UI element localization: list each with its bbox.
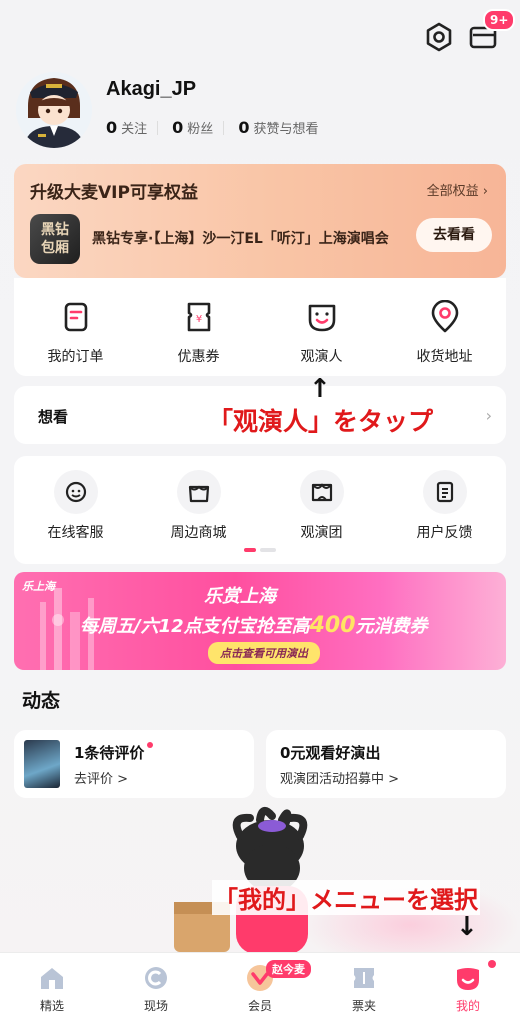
vip-promo-desc: 黑钻专享·【上海】沙一汀EL「听汀」上海演唱会 [92,231,389,247]
nav-mine-dot [488,960,496,968]
banner-headline: 每周五/六12点支付宝抢至高400元消费券 [80,612,428,638]
location-icon [431,300,458,333]
customer-service-button[interactable]: 在线客服 [21,470,131,542]
vip-card[interactable]: 升级大麦VIP可享权益 全部权益 › 黑钻 包厢 黑钻专享·【上海】沙一汀EL「… [14,164,506,278]
shipping-address-button[interactable]: 收货地址 [390,300,500,366]
quick-action-label: 收货地址 [416,349,473,365]
free-show-title: 0元观看好演出 [280,744,381,762]
feedback-icon [436,481,453,503]
annotation-arrow-down: ↓ [456,912,478,942]
nav-tickets[interactable]: 票夹 [312,953,416,1024]
profile-stats: 0 关注 0 粉丝 0 获赞与想看 [106,118,318,137]
vip-all-benefits-link[interactable]: 全部权益 › [427,180,488,199]
coupon-icon: ¥ [187,302,210,332]
username: Akagi_JP [106,78,197,100]
banner-cta[interactable]: 点击查看可用演出 [208,642,320,664]
show-thumbnail [24,740,60,788]
banner-highlight: 400 [309,613,356,638]
nav-label: 会员 [247,999,272,1013]
group-recruit-link[interactable]: 观演团活动招募中 > [280,768,399,787]
vip-go-button[interactable]: 去看看 [416,218,492,252]
nav-label: 我的 [455,999,480,1013]
banner-text: 每周五/六12点支付宝抢至高 [80,616,310,637]
avatar[interactable] [16,72,92,148]
stat-followers[interactable]: 0 粉丝 [172,118,213,137]
pending-review-title: 1条待评价 [74,742,154,763]
nav-featured[interactable]: 精选 [0,953,104,1024]
service-label: 观演团 [300,525,343,541]
pending-review-card[interactable]: 1条待评价 去评价 > [14,730,254,798]
black-diamond-logo: 黑钻 包厢 [30,214,80,264]
logo-line: 包厢 [41,240,69,256]
stat-label: 关注 [121,122,148,137]
unread-dot [147,742,154,748]
divider [223,120,225,135]
annotation-select-mine: 「我的」メニューを選択 [212,880,480,915]
vip-title: 升级大麦VIP可享权益 [30,183,198,203]
stat-count: 0 [238,118,250,137]
quick-action-label: 我的订单 [47,349,104,365]
watch-group-button[interactable]: 观演团 [267,470,377,542]
profile-icon [457,968,479,990]
quick-action-label: 观演人 [300,349,343,365]
quick-action-label: 优惠券 [177,349,220,365]
vip-all-label: 全部权益 [426,184,479,199]
vip-promo[interactable]: 黑钻 包厢 黑钻专享·【上海】沙一汀EL「听汀」上海演唱会 去看看 [26,210,494,266]
member-pill: 赵今麦 [266,960,311,978]
mail-badge: 9+ [483,9,516,31]
service-label: 周边商城 [170,525,227,541]
chevron-right-icon: › [482,184,488,199]
service-label: 用户反馈 [416,525,473,541]
nav-label: 现场 [143,999,168,1013]
nav-label: 票夹 [351,999,376,1013]
banner-title: 乐赏上海 [204,586,276,607]
shop-button[interactable]: 周边商城 [144,470,254,542]
stat-following[interactable]: 0 关注 [106,118,147,137]
bottom-nav: 精选 现场 会员 票夹 我的 [0,952,520,1024]
free-show-card[interactable]: 0元观看好演出 观演团活动招募中 > [266,730,506,798]
promo-banner[interactable]: 乐上海 乐赏上海 每周五/六12点支付宝抢至高400元消费券 点击查看可用演出 [14,572,506,670]
annotation-tap-audience: 「观演人」をタップ [204,402,438,438]
banner-text: 元消费券 [355,616,428,637]
stat-likes[interactable]: 0 获赞与想看 [238,118,318,137]
divider [157,120,159,135]
stat-count: 0 [106,118,118,137]
go-review-link[interactable]: 去评价 > [74,768,128,787]
chevron-right-icon: › [485,406,492,425]
live-icon [145,967,167,989]
ticket-icon [354,968,374,988]
stat-label: 获赞与想看 [253,122,319,137]
stat-count: 0 [172,118,184,137]
group-icon [311,483,332,502]
logo-line: 黑钻 [41,222,69,238]
want-label: 想看 [38,408,69,426]
feedback-button[interactable]: 用户反馈 [390,470,500,542]
nav-label: 精选 [39,999,64,1013]
audience-icon [308,304,335,332]
annotation-arrow-up: ↑ [309,374,331,404]
services-card: 在线客服 周边商城 观演团 用户反馈 [14,456,506,564]
settings-icon[interactable] [422,20,456,54]
banner-tag: 乐上海 [22,580,55,593]
coupons-button[interactable]: ¥ 优惠券 [144,300,254,366]
customer-service-icon [65,481,86,503]
nav-mine[interactable]: 我的 [416,953,520,1024]
my-orders-button[interactable]: 我的订单 [21,300,131,366]
pending-review-text: 1条待评价 [74,744,145,762]
page-indicator [244,548,276,552]
quick-actions-card: 我的订单 ¥ 优惠券 观演人 收货地址 [14,278,506,376]
service-label: 在线客服 [47,525,104,541]
svg-text:¥: ¥ [195,314,201,325]
home-icon [41,968,63,989]
order-icon [64,302,87,332]
nav-live[interactable]: 现场 [104,953,208,1024]
stat-label: 粉丝 [187,122,214,137]
shop-icon [188,485,209,503]
audience-button[interactable]: 观演人 [267,300,377,366]
dynamics-title: 动态 [22,690,61,712]
